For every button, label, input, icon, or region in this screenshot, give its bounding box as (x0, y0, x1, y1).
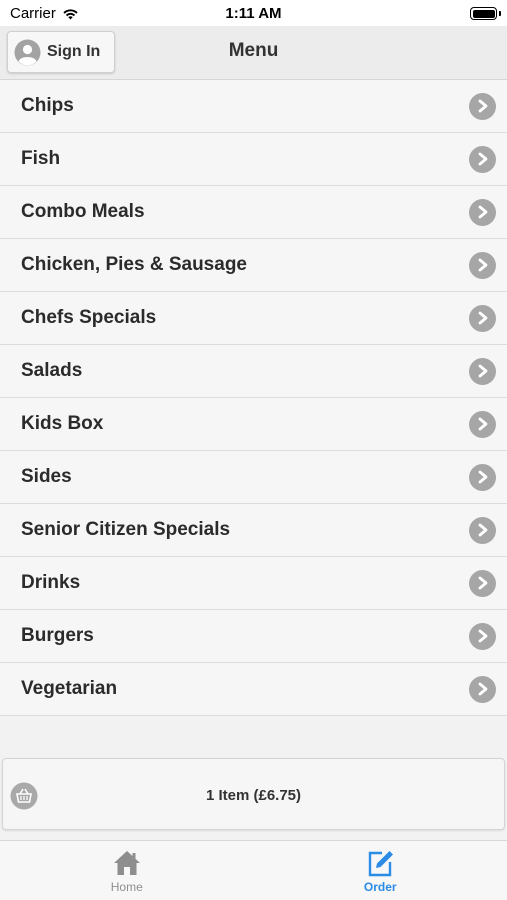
menu-item[interactable]: Fish (0, 133, 507, 186)
menu-item[interactable]: Sides (0, 451, 507, 504)
chevron-right-icon (469, 675, 496, 703)
home-icon (113, 851, 140, 875)
menu-item[interactable]: Chips (0, 80, 507, 133)
chevron-right-icon (469, 569, 496, 597)
menu-item-label: Combo Meals (21, 201, 145, 222)
menu-list: Chips Fish Combo Meals Chicken, Pies & Saus… (0, 80, 507, 716)
menu-item-label: Fish (21, 148, 61, 169)
chevron-right-icon (469, 622, 496, 650)
chevron-right-icon (469, 463, 496, 491)
menu-item[interactable]: Salads (0, 345, 507, 398)
menu-item-label: Senior Citizen Specials (21, 519, 231, 540)
chevron-right-icon (469, 198, 496, 226)
tab-bar: Home Order (0, 840, 507, 900)
menu-item[interactable]: Burgers (0, 610, 507, 663)
menu-item-label: Vegetarian (21, 678, 118, 699)
menu-item[interactable]: Chefs Specials (0, 292, 507, 345)
menu-item-label: Kids Box (21, 413, 104, 434)
chevron-right-icon (469, 145, 496, 173)
menu-item-label: Sides (21, 466, 72, 487)
status-bar: Carrier 1:11 AM (0, 0, 507, 26)
menu-item-label: Drinks (21, 572, 81, 593)
menu-item[interactable]: Vegetarian (0, 663, 507, 716)
chevron-right-icon (469, 357, 496, 385)
chevron-right-icon (469, 251, 496, 279)
menu-item-label: Chicken, Pies & Sausage (21, 254, 247, 275)
battery-icon (470, 7, 497, 20)
tab-home-label: Home (110, 880, 143, 894)
battery-tip (499, 11, 501, 16)
chevron-right-icon (469, 410, 496, 438)
menu-item[interactable]: Drinks (0, 557, 507, 610)
nav-header: Sign In Menu (0, 26, 507, 80)
menu-item[interactable]: Senior Citizen Specials (0, 504, 507, 557)
tab-order[interactable]: Order (254, 841, 507, 900)
page-title: Menu (228, 40, 279, 61)
menu-item[interactable]: Combo Meals (0, 186, 507, 239)
chevron-right-icon (469, 304, 496, 332)
tab-home[interactable]: Home (0, 841, 254, 900)
chevron-right-icon (469, 516, 496, 544)
menu-item-label: Salads (21, 360, 83, 381)
menu-item-label: Chips (21, 95, 74, 116)
basket-summary-bar[interactable]: 1 Item (£6.75) (2, 758, 505, 830)
menu-item[interactable]: Kids Box (0, 398, 507, 451)
chevron-right-icon (469, 92, 496, 120)
menu-item-label: Chefs Specials (21, 307, 157, 328)
menu-item-label: Burgers (21, 625, 94, 646)
menu-item[interactable]: Chicken, Pies & Sausage (0, 239, 507, 292)
status-time: 1:11 AM (225, 5, 282, 22)
edit-icon (369, 851, 394, 877)
tab-order-label: Order (363, 880, 397, 894)
basket-summary-text: 1 Item (£6.75) (205, 787, 302, 804)
